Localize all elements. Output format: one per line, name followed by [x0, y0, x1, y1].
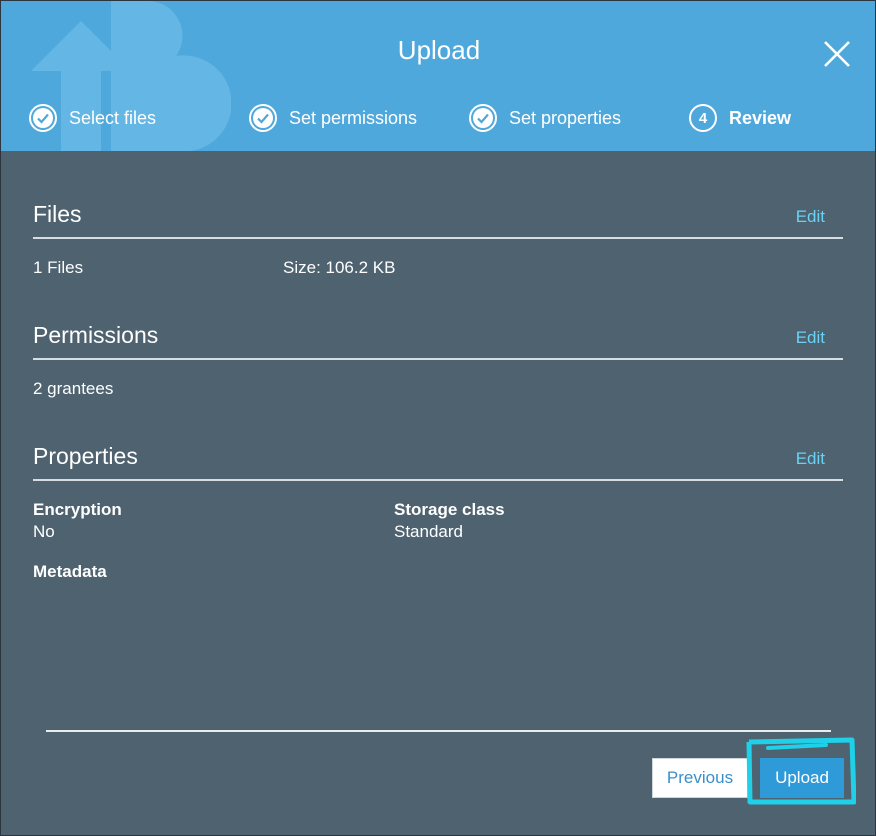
- step-set-permissions[interactable]: Set permissions: [249, 101, 417, 135]
- footer-divider: [46, 730, 831, 732]
- permissions-title: Permissions: [33, 322, 159, 348]
- files-size: Size: 106.2 KB: [283, 258, 396, 277]
- step-label: Select files: [69, 107, 157, 128]
- previous-button[interactable]: Previous: [652, 758, 748, 798]
- properties-title: Properties: [33, 443, 138, 469]
- files-edit-link[interactable]: Edit: [796, 207, 825, 227]
- permissions-grantees: 2 grantees: [33, 379, 114, 398]
- step-label: Review: [729, 107, 792, 128]
- files-title: Files: [33, 201, 82, 227]
- step-label: Set properties: [509, 107, 622, 128]
- annotation-highlight: [746, 737, 856, 805]
- step-set-properties[interactable]: Set properties: [469, 101, 621, 135]
- check-circle-icon: [249, 104, 277, 132]
- metadata-label: Metadata: [33, 562, 107, 581]
- upload-dialog: Upload Select files Set permissions Set …: [0, 0, 876, 836]
- files-section-header: Files Edit: [33, 201, 843, 239]
- step-review[interactable]: 4 Review: [689, 101, 791, 135]
- storage-class-label: Storage class: [394, 500, 505, 519]
- encryption-label: Encryption: [33, 500, 122, 519]
- step-label: Set permissions: [289, 107, 418, 128]
- check-circle-icon: [469, 104, 497, 132]
- storage-class-value: Standard: [394, 522, 463, 541]
- dialog-header: Upload Select files Set permissions Set …: [1, 1, 875, 151]
- permissions-section-header: Permissions Edit: [33, 322, 843, 360]
- permissions-edit-link[interactable]: Edit: [796, 328, 825, 348]
- step-number-badge: 4: [689, 104, 717, 132]
- files-count: 1 Files: [33, 258, 84, 277]
- encryption-value: No: [33, 522, 55, 541]
- properties-edit-link[interactable]: Edit: [796, 449, 825, 469]
- properties-section-header: Properties Edit: [33, 443, 843, 481]
- check-circle-icon: [29, 104, 57, 132]
- step-select-files[interactable]: Select files: [29, 101, 156, 135]
- close-icon[interactable]: [819, 36, 855, 72]
- dialog-title: Upload: [397, 35, 481, 65]
